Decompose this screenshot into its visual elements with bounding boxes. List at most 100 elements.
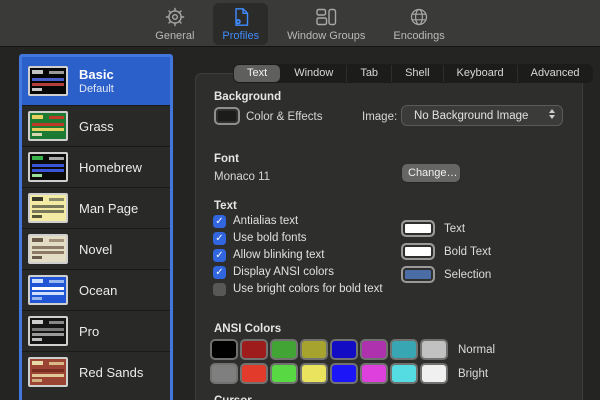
ansi-swatch-bright-magenta[interactable] bbox=[360, 363, 388, 384]
text-color-well[interactable] bbox=[401, 220, 435, 237]
ansi-swatch-bright-black[interactable] bbox=[210, 363, 238, 384]
ansi-swatch-normal-blue[interactable] bbox=[330, 339, 358, 360]
toolbar: General Profiles Window Groups Encodings bbox=[0, 0, 600, 47]
toolbar-item-general[interactable]: General bbox=[146, 3, 203, 45]
bold-fonts-checkbox[interactable]: ✓ bbox=[213, 232, 226, 245]
toolbar-item-encodings[interactable]: Encodings bbox=[384, 3, 453, 45]
bold-text-color-well[interactable] bbox=[401, 243, 435, 260]
selection-color-well[interactable] bbox=[401, 266, 435, 283]
gear-icon bbox=[164, 5, 186, 29]
background-image-value: No Background Image bbox=[414, 110, 528, 122]
profile-item-red-sands[interactable]: Red Sands bbox=[22, 351, 170, 392]
ansi-color-grid: Normal Bright bbox=[210, 339, 495, 387]
checkbox-row: Use bright colors for bold text bbox=[213, 282, 383, 296]
thumbnail-line bbox=[32, 246, 64, 249]
thumbnail-line bbox=[49, 362, 64, 365]
color-effects-label: Color & Effects bbox=[246, 111, 323, 123]
ansi-swatch-normal-green[interactable] bbox=[270, 339, 298, 360]
profile-thumbnail bbox=[28, 193, 68, 223]
thumbnail-line bbox=[32, 128, 64, 131]
profile-item-novel[interactable]: Novel bbox=[22, 228, 170, 269]
ansi-colors-checkbox[interactable]: ✓ bbox=[213, 266, 226, 279]
profile-item-ocean[interactable]: Ocean bbox=[22, 269, 170, 310]
ansi-swatch-bright-cyan[interactable] bbox=[390, 363, 418, 384]
text-color-label: Text bbox=[444, 223, 465, 235]
profile-item-basic[interactable]: Basic Default bbox=[22, 57, 170, 105]
thumbnail-line bbox=[32, 115, 43, 119]
ansi-swatch-bright-yellow[interactable] bbox=[300, 363, 328, 384]
toolbar-item-window-groups[interactable]: Window Groups bbox=[278, 3, 374, 45]
ansi-swatch-bright-green[interactable] bbox=[270, 363, 298, 384]
ansi-colors-heading: ANSI Colors bbox=[214, 323, 281, 335]
bright-bold-checkbox[interactable] bbox=[213, 283, 226, 296]
thumbnail-line bbox=[49, 71, 64, 74]
change-font-button[interactable]: Change… bbox=[402, 164, 460, 182]
thumbnail-line bbox=[32, 369, 64, 372]
thumbnail-line bbox=[49, 239, 64, 242]
thumbnail-line bbox=[49, 198, 64, 201]
profile-thumbnail bbox=[28, 111, 68, 141]
thumbnail-line bbox=[32, 78, 64, 81]
toolbar-item-profiles[interactable]: Profiles bbox=[213, 3, 268, 45]
profile-thumbnail bbox=[28, 316, 68, 346]
well-row: Bold Text bbox=[401, 243, 491, 260]
thumbnail-line bbox=[32, 338, 42, 341]
profile-name: Basic bbox=[79, 67, 114, 82]
background-color-well[interactable] bbox=[214, 107, 240, 125]
profile-name: Pro bbox=[79, 324, 99, 339]
antialias-label: Antialias text bbox=[233, 215, 298, 227]
well-row: Selection bbox=[401, 266, 491, 283]
font-heading: Font bbox=[214, 153, 239, 165]
ansi-swatch-normal-cyan[interactable] bbox=[390, 339, 418, 360]
tab-text[interactable]: Text bbox=[234, 65, 280, 82]
ansi-normal-row: Normal bbox=[210, 339, 495, 360]
profile-thumbnail bbox=[28, 234, 68, 264]
thumbnail-line bbox=[49, 116, 64, 119]
ansi-swatch-bright-white[interactable] bbox=[420, 363, 448, 384]
profile-name: Red Sands bbox=[79, 365, 143, 380]
ansi-swatch-normal-magenta[interactable] bbox=[360, 339, 388, 360]
ansi-swatch-normal-yellow[interactable] bbox=[300, 339, 328, 360]
text-color-wells: Text Bold Text Selection bbox=[401, 220, 491, 289]
ansi-swatch-bright-blue[interactable] bbox=[330, 363, 358, 384]
thumbnail-line bbox=[32, 292, 64, 295]
tab-shell[interactable]: Shell bbox=[391, 65, 442, 82]
background-image-dropdown[interactable]: No Background Image bbox=[401, 105, 563, 126]
ansi-swatch-normal-red[interactable] bbox=[240, 339, 268, 360]
ansi-swatch-normal-black[interactable] bbox=[210, 339, 238, 360]
bright-row-label: Bright bbox=[458, 368, 488, 380]
profile-item-man-page[interactable]: Man Page bbox=[22, 187, 170, 228]
background-heading: Background bbox=[214, 91, 281, 103]
thumbnail-line bbox=[32, 256, 42, 259]
ansi-colors-label: Display ANSI colors bbox=[233, 266, 334, 278]
normal-row-label: Normal bbox=[458, 344, 495, 356]
dropdown-stepper-icon bbox=[549, 109, 555, 119]
profile-thumbnail bbox=[28, 357, 68, 387]
window-groups-icon bbox=[314, 5, 338, 29]
thumbnail-line bbox=[32, 328, 64, 331]
profile-item-grass[interactable]: Grass bbox=[22, 105, 170, 146]
profile-item-homebrew[interactable]: Homebrew bbox=[22, 146, 170, 187]
font-value: Monaco 11 bbox=[214, 171, 270, 183]
tab-tab[interactable]: Tab bbox=[346, 65, 391, 82]
bright-bold-label: Use bright colors for bold text bbox=[233, 283, 383, 295]
tab-keyboard[interactable]: Keyboard bbox=[443, 65, 517, 82]
ansi-swatch-normal-white[interactable] bbox=[420, 339, 448, 360]
profile-item-pro[interactable]: Pro bbox=[22, 310, 170, 351]
thumbnail-line bbox=[32, 333, 64, 336]
ansi-swatch-bright-red[interactable] bbox=[240, 363, 268, 384]
profile-name: Ocean bbox=[79, 283, 117, 298]
antialias-checkbox[interactable]: ✓ bbox=[213, 215, 226, 228]
blinking-text-checkbox[interactable]: ✓ bbox=[213, 249, 226, 262]
thumbnail-line bbox=[49, 157, 64, 160]
tab-advanced[interactable]: Advanced bbox=[517, 65, 593, 82]
bold-text-color-label: Bold Text bbox=[444, 246, 491, 258]
tab-window[interactable]: Window bbox=[281, 65, 346, 82]
thumbnail-line bbox=[32, 251, 64, 254]
globe-icon bbox=[408, 5, 430, 29]
thumbnail-line bbox=[32, 123, 64, 126]
thumbnail-line bbox=[49, 280, 64, 283]
thumbnail-line bbox=[32, 133, 42, 136]
profile-subtitle: Default bbox=[79, 83, 114, 95]
ansi-bright-row: Bright bbox=[210, 363, 495, 384]
